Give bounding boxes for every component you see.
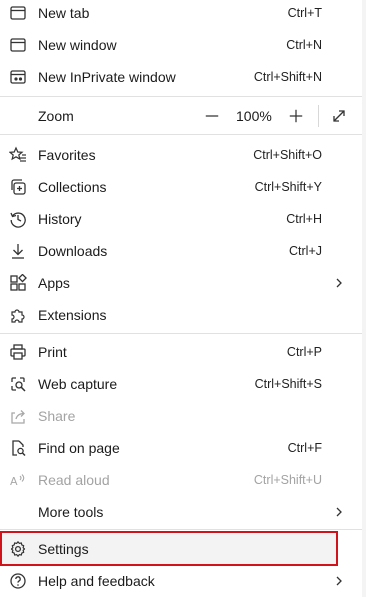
fullscreen-button[interactable] [328,105,350,127]
menu-item-downloads[interactable]: Downloads Ctrl+J [0,235,362,267]
shortcut-text: Ctrl+N [286,38,322,52]
shortcut-text: Ctrl+T [287,6,322,20]
plus-icon [289,109,303,123]
shortcut-text: Ctrl+F [287,441,322,455]
fullscreen-icon [333,110,345,122]
menu-item-help-and-feedback[interactable]: Help and feedback [0,565,362,597]
separator [0,96,362,97]
download-icon [9,242,27,260]
zoom-row: Zoom 100% [0,100,362,132]
menu-label: Help and feedback [38,573,155,589]
menu-item-more-tools[interactable]: More tools [0,496,362,528]
shortcut-text: Ctrl+Shift+Y [254,180,322,194]
menu-label: Share [38,408,76,424]
shortcut-text: Ctrl+Shift+O [253,148,322,162]
menu-label: Apps [38,275,70,291]
collections-icon [9,178,27,196]
menu-item-new-window[interactable]: New window Ctrl+N [0,29,362,61]
menu-item-history[interactable]: History Ctrl+H [0,203,362,235]
history-icon [9,210,27,228]
menu-label: Favorites [38,147,96,163]
share-icon [9,407,27,425]
menu-item-web-capture[interactable]: Web capture Ctrl+Shift+S [0,368,362,400]
inprivate-icon [9,68,27,86]
minus-icon [205,115,219,117]
svg-text:A: A [10,475,18,488]
separator [0,333,362,334]
browser-settings-menu: New tab Ctrl+T New window Ctrl+N New InP… [0,0,362,597]
menu-label: History [38,211,82,227]
separator [0,529,362,530]
menu-label: New InPrivate window [38,69,176,85]
separator [0,134,362,135]
menu-label: New window [38,37,117,53]
print-icon [9,343,27,361]
menu-item-share: Share [0,400,362,432]
chevron-right-icon [332,276,346,290]
menu-label: Web capture [38,376,118,392]
shortcut-text: Ctrl+J [289,244,322,258]
menu-label: Collections [38,179,107,195]
shortcut-text: Ctrl+Shift+S [254,377,322,391]
menu-item-collections[interactable]: Collections Ctrl+Shift+Y [0,171,362,203]
settings-highlight-box [0,531,338,566]
new-tab-icon [9,4,27,22]
menu-label: Print [38,344,67,360]
menu-label: Extensions [38,307,107,323]
menu-label: More tools [38,504,104,520]
zoom-value: 100% [236,108,272,124]
shortcut-text: Ctrl+P [286,345,322,359]
zoom-out-button[interactable] [201,105,223,127]
menu-item-find-on-page[interactable]: Find on page Ctrl+F [0,432,362,464]
chevron-right-icon [332,574,346,588]
menu-item-new-inprivate-window[interactable]: New InPrivate window Ctrl+Shift+N [0,61,362,93]
menu-label: Find on page [38,440,120,456]
zoom-label: Zoom [38,108,74,124]
zoom-in-button[interactable] [285,105,307,127]
chevron-right-icon [332,505,346,519]
help-icon [9,572,27,590]
menu-item-read-aloud: A Read aloud Ctrl+Shift+U [0,464,362,496]
read-aloud-icon: A [9,471,27,489]
zoom-divider [318,105,319,127]
find-icon [9,439,27,457]
menu-label: Read aloud [38,472,110,488]
menu-item-favorites[interactable]: Favorites Ctrl+Shift+O [0,139,362,171]
scrollbar-track[interactable] [362,0,366,597]
web-capture-icon [9,375,27,393]
menu-item-print[interactable]: Print Ctrl+P [0,336,362,368]
menu-label: New tab [38,5,90,21]
menu-item-apps[interactable]: Apps [0,267,362,299]
shortcut-text: Ctrl+Shift+N [253,70,322,84]
extensions-icon [9,306,27,324]
menu-label: Downloads [38,243,108,259]
menu-item-new-tab[interactable]: New tab Ctrl+T [0,0,362,29]
window-icon [9,36,27,54]
favorites-icon [9,146,27,164]
menu-item-extensions[interactable]: Extensions [0,299,362,331]
apps-icon [9,274,27,292]
shortcut-text: Ctrl+Shift+U [253,473,322,487]
shortcut-text: Ctrl+H [286,212,322,226]
